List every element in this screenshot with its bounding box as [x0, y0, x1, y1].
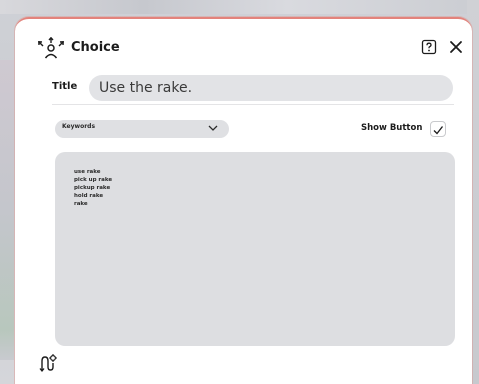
title-input[interactable]: Use the rake. — [89, 75, 453, 101]
choice-dialog: Choice Title Use the rake. Keywords Show… — [15, 17, 472, 384]
header-divider — [52, 104, 454, 105]
flow-add-icon[interactable] — [38, 353, 58, 373]
keyword-line: pick up rake — [74, 177, 113, 183]
keywords-textarea[interactable]: use rake pick up rake pickup rake hold r… — [55, 152, 455, 346]
dialog-header: Choice — [15, 19, 472, 75]
keyword-line: hold rake — [74, 193, 104, 199]
show-button-checkbox[interactable] — [430, 121, 446, 137]
keyword-line: pickup rake — [74, 185, 111, 191]
close-icon[interactable] — [447, 38, 465, 56]
checkmark-icon — [433, 126, 444, 135]
keywords-dropdown[interactable]: Keywords — [55, 120, 229, 138]
keyword-line: use rake — [74, 169, 101, 175]
choice-people-icon — [38, 37, 64, 59]
help-icon[interactable] — [421, 39, 437, 55]
show-button-label: Show Button — [361, 123, 423, 133]
dialog-title: Choice — [71, 40, 120, 55]
chevron-down-icon — [208, 125, 218, 131]
background-top-strip — [0, 0, 479, 14]
keyword-line: rake — [74, 201, 88, 207]
keywords-dropdown-value: Keywords — [62, 123, 96, 130]
background-left-strip — [0, 60, 14, 360]
title-field-label: Title — [52, 81, 78, 92]
